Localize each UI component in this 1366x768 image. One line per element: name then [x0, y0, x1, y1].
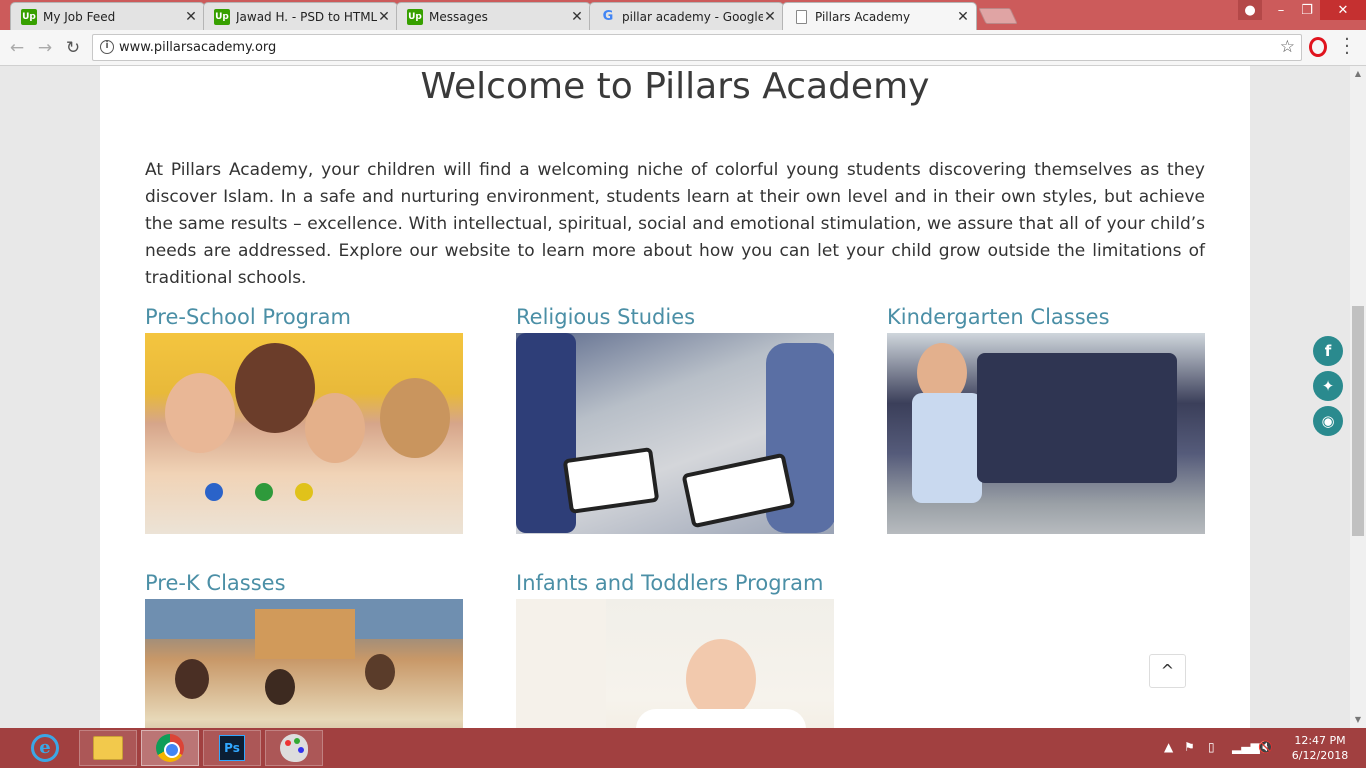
user-profile-icon[interactable]: ● — [1238, 0, 1262, 20]
intro-paragraph: At Pillars Academy, your children will f… — [145, 160, 1205, 288]
back-arrow-icon[interactable]: ← — [6, 37, 28, 59]
paint-palette-icon — [280, 734, 308, 762]
document-icon — [793, 9, 809, 25]
clock-time: 12:47 PM — [1294, 734, 1346, 747]
page-content: Welcome to Pillars Academy At Pillars Ac… — [100, 66, 1250, 728]
volume-muted-icon[interactable]: 🔇 — [1258, 740, 1273, 754]
forward-arrow-icon[interactable]: → — [34, 37, 56, 59]
browser-tab-strip: Up My Job Feed ✕ Up Jawad H. - PSD to HT… — [0, 0, 1366, 30]
close-window-icon[interactable]: ✕ — [1320, 0, 1366, 20]
tab-pillars-academy[interactable]: Pillars Academy ✕ — [782, 2, 977, 30]
tab-jawad-psd-to-html[interactable]: Up Jawad H. - PSD to HTML/ ✕ — [203, 2, 398, 30]
program-photo-infants-toddlers[interactable] — [516, 599, 834, 728]
network-signal-icon[interactable]: ▂▄▆ — [1232, 740, 1260, 754]
tab-google-search[interactable]: G pillar academy - Google S ✕ — [589, 2, 784, 30]
facebook-icon[interactable]: f — [1313, 336, 1343, 366]
program-card-infants-toddlers: Infants and Toddlers Program — [516, 567, 834, 728]
program-card-pre-school: Pre-School Program — [145, 301, 463, 534]
new-tab-button[interactable] — [978, 8, 1018, 24]
tab-close-icon[interactable]: ✕ — [956, 9, 970, 25]
opera-extension-icon[interactable] — [1309, 37, 1327, 57]
google-icon: G — [602, 9, 614, 24]
program-photo-kindergarten[interactable] — [887, 333, 1205, 534]
tab-label: My Job Feed — [43, 9, 116, 24]
program-photo-religious-studies[interactable] — [516, 333, 834, 534]
program-link-pre-k[interactable]: Pre-K Classes — [145, 567, 463, 599]
tab-label: pillar academy - Google S — [622, 9, 763, 24]
program-link-pre-school[interactable]: Pre-School Program — [145, 301, 463, 333]
address-bar[interactable]: i www.pillarsacademy.org ☆ — [92, 34, 1302, 61]
scroll-up-arrow-icon[interactable]: ▲ — [1350, 66, 1366, 82]
taskbar-chrome[interactable] — [141, 730, 199, 766]
internet-explorer-icon: e — [31, 734, 59, 762]
program-card-pre-k: Pre-K Classes — [145, 567, 463, 728]
twitter-icon[interactable]: ✦ — [1313, 371, 1343, 401]
rss-icon[interactable]: ◉ — [1313, 406, 1343, 436]
show-hidden-icons-icon[interactable]: ▲ — [1164, 740, 1173, 754]
system-clock[interactable]: 12:47 PM 6/12/2018 — [1285, 733, 1355, 763]
tab-my-job-feed[interactable]: Up My Job Feed ✕ — [10, 2, 205, 30]
program-card-religious-studies: Religious Studies — [516, 301, 834, 534]
browser-toolbar: ← → ↻ i www.pillarsacademy.org ☆ — [0, 30, 1366, 66]
taskbar-photoshop[interactable]: Ps — [203, 730, 261, 766]
tab-label: Pillars Academy — [815, 9, 911, 24]
photoshop-icon: Ps — [219, 735, 245, 761]
tab-close-icon[interactable]: ✕ — [377, 9, 391, 25]
tab-close-icon[interactable]: ✕ — [763, 9, 777, 25]
reload-icon[interactable]: ↻ — [62, 37, 84, 59]
web-viewport: Welcome to Pillars Academy At Pillars Ac… — [0, 66, 1350, 728]
chrome-icon — [156, 734, 184, 762]
tab-label: Jawad H. - PSD to HTML/ — [236, 9, 377, 24]
scroll-down-arrow-icon[interactable]: ▼ — [1350, 712, 1366, 728]
tab-messages[interactable]: Up Messages ✕ — [396, 2, 591, 30]
vertical-scrollbar[interactable]: ▲ ▼ — [1350, 66, 1366, 728]
tab-label: Messages — [429, 9, 488, 24]
program-photo-pre-school[interactable] — [145, 333, 463, 534]
taskbar-file-explorer[interactable] — [79, 730, 137, 766]
taskbar-internet-explorer[interactable]: e — [16, 730, 74, 766]
action-center-flag-icon[interactable]: ⚑ — [1184, 740, 1195, 754]
power-icon[interactable]: ▯ — [1208, 740, 1215, 754]
program-card-kindergarten: Kindergarten Classes — [887, 301, 1205, 534]
program-link-religious-studies[interactable]: Religious Studies — [516, 301, 834, 333]
program-link-kindergarten[interactable]: Kindergarten Classes — [887, 301, 1205, 333]
program-photo-pre-k[interactable] — [145, 599, 463, 728]
scrollbar-thumb[interactable] — [1352, 306, 1364, 536]
upwork-icon: Up — [407, 8, 423, 25]
url-text[interactable]: www.pillarsacademy.org — [119, 40, 276, 55]
windows-taskbar: e Ps ▲ ⚑ ▯ ▂▄▆ 🔇 12:47 PM 6/12/2018 — [0, 728, 1366, 768]
taskbar-paint[interactable] — [265, 730, 323, 766]
tab-close-icon[interactable]: ✕ — [570, 9, 584, 25]
upwork-icon: Up — [214, 8, 230, 25]
program-link-infants-toddlers[interactable]: Infants and Toddlers Program — [516, 567, 834, 599]
tab-close-icon[interactable]: ✕ — [184, 9, 198, 25]
clock-date: 6/12/2018 — [1291, 749, 1349, 762]
bookmark-star-icon[interactable]: ☆ — [1280, 37, 1295, 57]
restore-icon[interactable]: ❐ — [1294, 0, 1320, 20]
folder-icon — [93, 736, 123, 760]
site-info-icon[interactable]: i — [100, 40, 114, 54]
page-title: Welcome to Pillars Academy — [420, 66, 930, 107]
minimize-icon[interactable]: – — [1268, 0, 1294, 20]
upwork-icon: Up — [21, 8, 37, 25]
back-to-top-button[interactable]: ^ — [1149, 654, 1186, 688]
browser-menu-icon[interactable]: · · · — [1340, 31, 1354, 63]
